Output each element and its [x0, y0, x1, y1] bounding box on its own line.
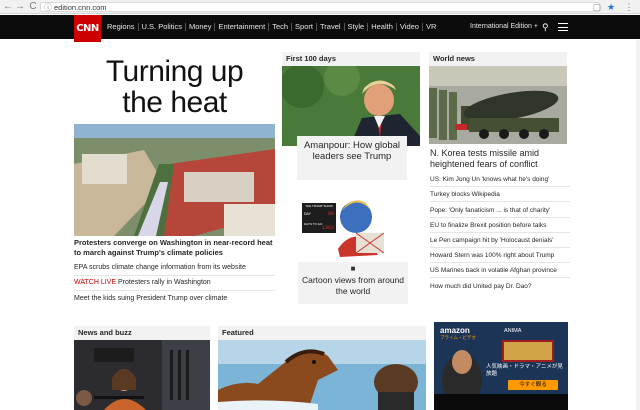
world-news-link[interactable]: US: Kim Jong Un 'knows what he's doing' [430, 175, 570, 187]
camera-icon: ■ [350, 264, 356, 273]
address-url[interactable]: edition.cnn.com [54, 3, 107, 12]
ad-text[interactable]: 人気映画・ドラマ・アニメが見放題 [486, 364, 568, 378]
reload-icon[interactable]: C [27, 1, 39, 13]
nav-link-vr[interactable]: VR [423, 23, 439, 31]
lead-headline[interactable]: Turning up the heat [74, 56, 275, 118]
ad-brand-sub[interactable]: プライム・ビデオ [440, 335, 476, 341]
nav-link-entertainment[interactable]: Entertainment [215, 23, 270, 31]
ad-tagline[interactable]: ANIMA [504, 328, 521, 334]
address-bar[interactable]: ⓘ edition.cnn.com [40, 2, 600, 12]
page-scrollbar[interactable] [636, 40, 640, 410]
section-header-first-100-days[interactable]: First 100 days [282, 52, 420, 66]
section-header-featured[interactable]: Featured [218, 326, 426, 340]
lead-related-link[interactable]: Meet the kids suing President Trump over… [74, 294, 275, 306]
nav-link-sport[interactable]: Sport [292, 23, 317, 31]
amanpour-title[interactable]: Amanpour: How global leaders see Trump [297, 140, 407, 162]
search-icon[interactable]: ⚲ [542, 22, 552, 32]
world-news-headline[interactable]: N. Korea tests missile amid heightened f… [430, 148, 570, 170]
cartoon-story-card[interactable]: ■ Cartoon views from around the world [298, 262, 408, 304]
north-korea-missile-photo[interactable] [429, 66, 567, 144]
cartoon-image[interactable]: THE TRUMP SHOW DAY 99 DAYS TO GO 1362 [298, 195, 408, 263]
trump-photo[interactable] [282, 66, 420, 146]
ad-thumbnail-strip[interactable] [434, 394, 568, 410]
world-news-link[interactable]: EU to finalize Brexit position before ta… [430, 221, 570, 233]
washington-aerial-photo[interactable] [74, 124, 275, 236]
nav-link-health[interactable]: Health [368, 23, 397, 31]
ad-cta-button[interactable]: 今すぐ観る [508, 380, 558, 390]
featured-horse-photo[interactable] [218, 340, 426, 410]
info-icon[interactable]: ⓘ [44, 2, 52, 13]
headline-line-2[interactable]: the heat [122, 86, 227, 119]
nav-link-style[interactable]: Style [345, 23, 369, 31]
world-news-link[interactable]: US Marines back in volatile Afghan provi… [430, 266, 570, 278]
lead-related-link[interactable]: WATCH LIVE Protesters rally in Washingto… [74, 278, 275, 291]
section-header-news-and-buzz[interactable]: News and buzz [74, 326, 210, 340]
headline-line-1[interactable]: Turning up [106, 55, 244, 88]
world-news-link[interactable]: Howard Stern was 100% right about Trump [430, 251, 570, 263]
world-news-link[interactable]: Le Pen campaign hit by 'Holocaust denial… [430, 236, 570, 248]
lead-story-title[interactable]: Protesters converge on Washington in nea… [74, 238, 279, 258]
browser-menu-icon[interactable]: ⋮ [624, 2, 634, 12]
edition-selector[interactable]: International Edition + [470, 15, 538, 39]
section-links: Regions U.S. Politics Money Entertainmen… [104, 15, 439, 39]
cnn-logo[interactable]: CNN [74, 15, 101, 42]
back-arrow-icon[interactable]: ← [2, 1, 14, 13]
nav-link-money[interactable]: Money [186, 23, 216, 31]
watch-live-label[interactable]: WATCH LIVE [74, 279, 116, 286]
lead-related-text[interactable]: Protesters rally in Washington [116, 279, 211, 286]
nav-link-video[interactable]: Video [397, 23, 423, 31]
section-header-world-news[interactable]: World news [429, 52, 567, 66]
cartoon-days-number: 1362 [322, 225, 334, 231]
cartoon-days-label: DAYS TO GO [304, 222, 323, 226]
nav-link-travel[interactable]: Travel [317, 23, 345, 31]
world-news-link[interactable]: How much did United pay Dr. Dao? [430, 282, 570, 293]
cartoon-day-label: DAY [304, 212, 312, 216]
amanpour-story-card[interactable]: Amanpour: How global leaders see Trump [297, 136, 407, 180]
news-buzz-photo[interactable] [74, 340, 210, 410]
hamburger-menu-icon[interactable] [558, 23, 568, 31]
forward-arrow-icon[interactable]: → [14, 1, 26, 13]
amazon-advertisement[interactable]: amazon プライム・ビデオ ANIMA 人気映画・ドラマ・アニメが見放題 今… [434, 322, 568, 410]
extension-icon[interactable]: ▢ [592, 2, 602, 12]
world-news-link[interactable]: Turkey blocks Wikipedia [430, 190, 570, 202]
nav-link-regions[interactable]: Regions [104, 23, 139, 31]
bookmark-star-icon[interactable]: ★ [606, 2, 616, 12]
nav-link-us-politics[interactable]: U.S. Politics [139, 23, 186, 31]
cartoon-sign-text: THE TRUMP SHOW [305, 204, 333, 208]
site-navigation: CNN Regions U.S. Politics Money Entertai… [0, 15, 640, 42]
cartoon-day-number: 99 [328, 211, 334, 217]
ad-brand[interactable]: amazon [440, 326, 470, 335]
lead-related-link[interactable]: EPA scrubs climate change information fr… [74, 263, 275, 276]
cartoon-title[interactable]: Cartoon views from around the world [298, 275, 408, 297]
browser-toolbar: ← → C ⓘ edition.cnn.com ▢ ★ ⋮ [0, 0, 640, 14]
nav-link-tech[interactable]: Tech [269, 23, 293, 31]
world-news-link[interactable]: Pope: 'Only fanaticism ... is that of ch… [430, 206, 570, 218]
